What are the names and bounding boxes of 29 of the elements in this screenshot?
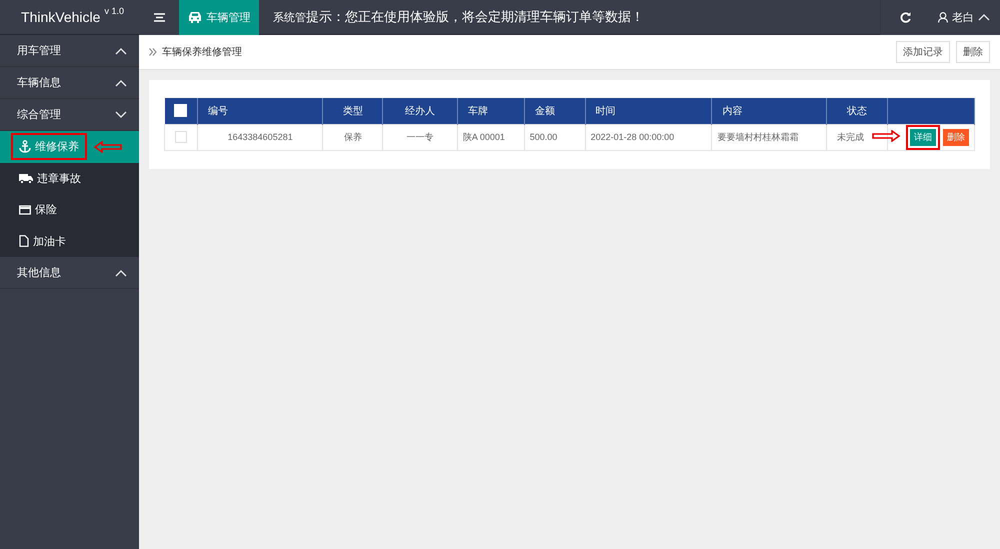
nav-tab[interactable]: 系统管 <box>259 0 306 34</box>
detail-button[interactable]: 详细 <box>910 128 936 146</box>
notice-text: 提示：您正在使用体验版，将会定期清理车辆订单等数据！ <box>306 8 645 26</box>
table-cell: 保养 <box>344 132 362 142</box>
column-header: 经办人 <box>382 98 458 124</box>
breadcrumb-text: 车辆保养维修管理 <box>162 46 242 59</box>
column-header: 内容 <box>712 98 827 124</box>
action-button[interactable]: 删除 <box>956 41 990 63</box>
column-header: 时间 <box>585 98 712 124</box>
nav-tab[interactable]: 车辆管理 <box>179 0 259 34</box>
table-cell: 未完成 <box>837 132 864 142</box>
column-header: 金额 <box>524 98 586 124</box>
app-version: v 1.0 <box>104 6 124 16</box>
app-name: ThinkVehicle <box>21 9 100 25</box>
sidebar-subitem[interactable]: 保险 <box>0 194 139 226</box>
table-cell: 1643384605281 <box>228 132 293 142</box>
table-cell: 陕A 00001 <box>462 132 505 142</box>
sidebar-subitem[interactable]: 违章事故 <box>0 162 139 194</box>
table-cell: 500.00 <box>530 132 558 142</box>
column-header: 类型 <box>322 98 383 124</box>
column-header: 车牌 <box>457 98 524 124</box>
column-header: 编号 <box>197 98 323 124</box>
sidebar-subitem[interactable]: 加油卡 <box>0 226 139 257</box>
action-button[interactable]: 添加记录 <box>896 41 950 63</box>
table-cell: 2022-01-28 00:00:00 <box>590 132 674 142</box>
column-header: 状态 <box>826 98 888 124</box>
table-cell: 一一专 <box>406 132 434 142</box>
table-cell: 要要墙村村桂林霜霜 <box>717 132 798 142</box>
sidebar-subitem[interactable]: 维修保养 <box>0 131 139 162</box>
